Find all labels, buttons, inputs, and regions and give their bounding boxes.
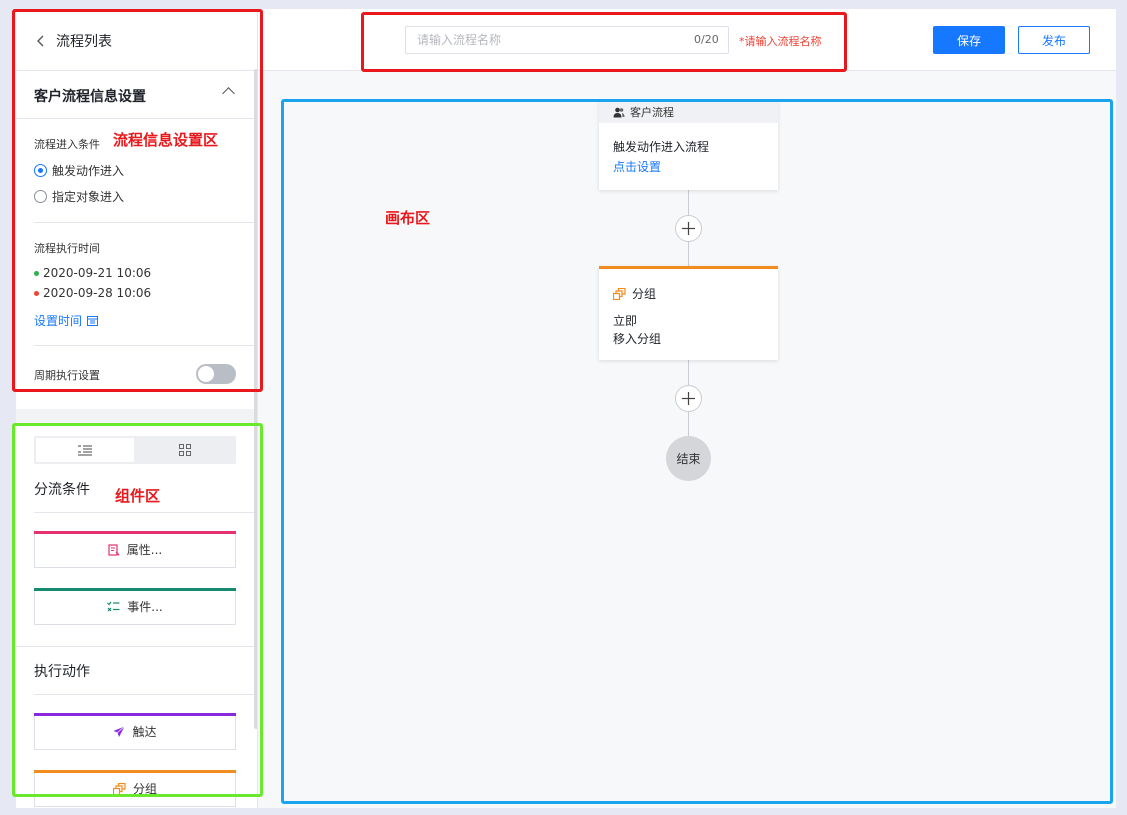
save-button[interactable]: 保存: [933, 26, 1005, 54]
info-zone-highlight: [12, 9, 263, 392]
info-zone-label: 流程信息设置区: [113, 131, 219, 149]
component-zone-label: 组件区: [115, 487, 161, 505]
component-zone-highlight: [12, 423, 263, 797]
canvas-zone-label: 画布区: [385, 209, 431, 227]
panel-separator: [16, 409, 257, 423]
header-zone-highlight: [361, 12, 847, 72]
canvas-zone-highlight: [281, 99, 1113, 804]
publish-button[interactable]: 发布: [1018, 26, 1090, 54]
